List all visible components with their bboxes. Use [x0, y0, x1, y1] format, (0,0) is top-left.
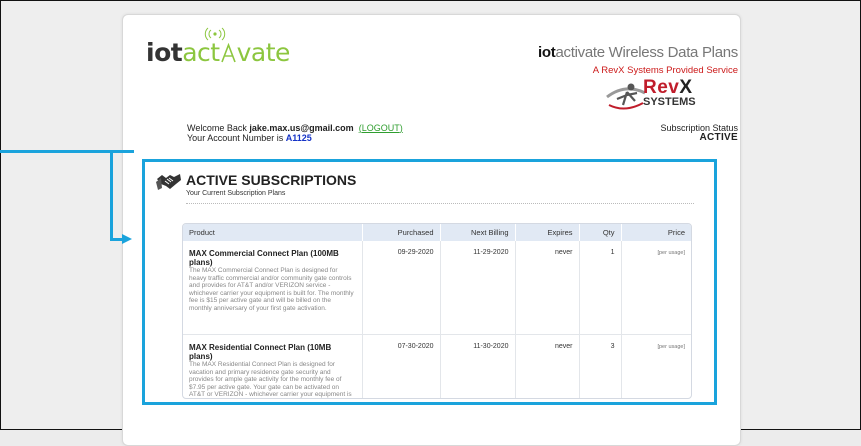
revx-word-x: X — [679, 77, 693, 98]
annotation-highlight-box — [142, 159, 717, 405]
logo-tower-a — [220, 38, 237, 67]
status-value: ACTIVE — [699, 132, 738, 143]
annotation-arrow-head — [122, 234, 132, 244]
welcome-prefix: Welcome Back — [187, 123, 250, 133]
header-title-rest: activate Wireless Data Plans — [555, 44, 738, 61]
header-title: iotactivate Wireless Data Plans — [538, 44, 738, 61]
header-title-bold: iot — [538, 44, 556, 61]
tower-a-icon — [220, 42, 236, 63]
logo-vate-text: vate — [236, 38, 291, 67]
account-number: A1125 — [285, 133, 312, 143]
account-prefix: Your Account Number is — [187, 133, 286, 143]
welcome-line: Welcome Back jake.max.us@gmail.com (LOGO… — [187, 123, 403, 133]
welcome-block: Welcome Back jake.max.us@gmail.com (LOGO… — [187, 123, 403, 143]
logo-iot-text: iot — [146, 38, 183, 67]
header-subtitle: A RevX Systems Provided Service — [592, 65, 738, 76]
user-email: jake.max.us@gmail.com — [249, 123, 354, 133]
subscription-status: Subscription Status ACTIVE — [660, 123, 738, 143]
signal-wave-icon — [204, 27, 226, 41]
annotation-line-vertical — [110, 150, 113, 241]
iotactivate-logo[interactable]: iotact vate — [146, 38, 290, 67]
account-line: Your Account Number is A1125 — [187, 133, 403, 143]
annotation-line-horizontal — [0, 150, 134, 153]
revx-systems-text: SYSTEMS — [643, 96, 696, 108]
logo-act-text: act — [182, 38, 220, 67]
logout-link[interactable]: (LOGOUT) — [359, 123, 403, 133]
logout-label: LOGOUT — [361, 123, 400, 133]
logout-close-paren: ) — [399, 123, 403, 133]
revx-word-rev: Rev — [643, 77, 680, 98]
